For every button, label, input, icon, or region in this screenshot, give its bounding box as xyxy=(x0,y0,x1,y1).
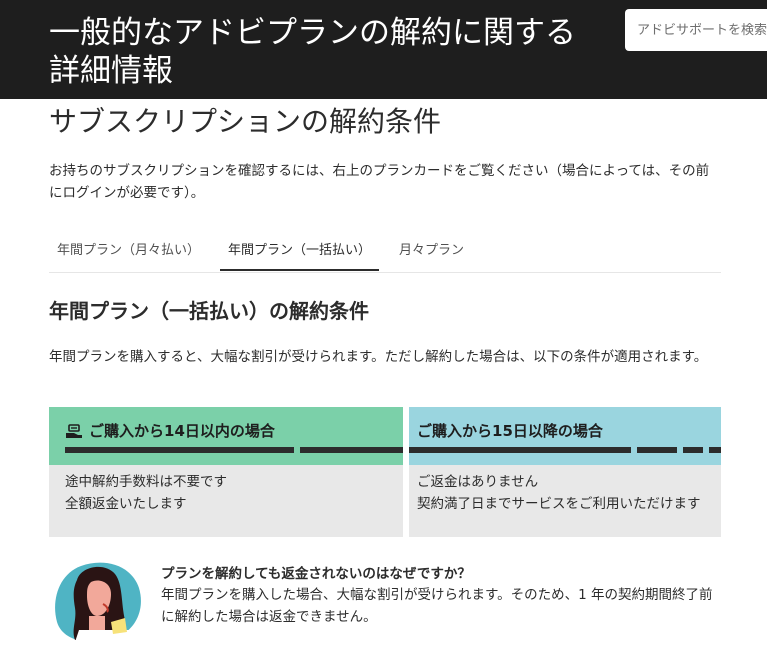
search-box[interactable] xyxy=(625,9,767,51)
plan-tabs: 年間プラン（月々払い） 年間プラン（一括払い） 月々プラン xyxy=(49,232,721,273)
refund-hand-icon xyxy=(65,423,83,439)
person-avatar-illustration xyxy=(51,560,145,642)
tab-annual-monthly[interactable]: 年間プラン（月々払い） xyxy=(49,232,208,271)
section-title: サブスクリプションの解約条件 xyxy=(49,105,442,138)
card-header: ご購入から15日以降の場合 xyxy=(409,407,721,465)
page-title: 一般的なアドビプランの解約に関する詳細情報 xyxy=(49,15,576,89)
card-line: 契約満了日までサービスをご利用いただけます xyxy=(417,496,701,512)
card-after-15-days: ご購入から15日以降の場合 ご返金はありません 契約満了日までサービスをご利用い… xyxy=(409,407,721,537)
tab-monthly[interactable]: 月々プラン xyxy=(391,232,472,271)
faq-question: プランを解約しても返金されないのはなぜですか？ xyxy=(161,566,471,582)
search-input[interactable] xyxy=(637,22,767,38)
card-heading: ご購入から15日以降の場合 xyxy=(417,422,603,440)
page-header: 一般的なアドビプランの解約に関する詳細情報 xyxy=(0,0,767,99)
tab-annual-prepaid[interactable]: 年間プラン（一括払い） xyxy=(220,232,380,271)
card-body: ご返金はありません 契約満了日までサービスをご利用いただけます xyxy=(409,465,721,515)
card-line: 途中解約手数料は不要です xyxy=(65,474,227,490)
section-intro: お持ちのサブスクリプションを確認するには、右上のプランカードをご覧ください（場合… xyxy=(49,163,710,201)
card-body: 途中解約手数料は不要です 全額返金いたします xyxy=(49,465,403,515)
card-within-14-days: ご購入から14日以内の場合 途中解約手数料は不要です 全額返金いたします xyxy=(49,407,403,537)
card-line: 全額返金いたします xyxy=(65,496,187,512)
card-line: ご返金はありません xyxy=(417,474,539,490)
timeline-bar xyxy=(49,447,403,453)
content-title: 年間プラン（一括払い）の解約条件 xyxy=(49,299,369,323)
card-header: ご購入から14日以内の場合 xyxy=(49,407,403,465)
card-heading: ご購入から14日以内の場合 xyxy=(89,422,275,440)
faq-answer: 年間プランを購入した場合、大幅な割引が受けられます。そのため、1 年の契約期間終… xyxy=(161,587,713,625)
content-description: 年間プランを購入すると、大幅な割引が受けられます。ただし解約した場合は、以下の条… xyxy=(49,349,708,365)
timeline-bar-dashed xyxy=(409,447,721,453)
